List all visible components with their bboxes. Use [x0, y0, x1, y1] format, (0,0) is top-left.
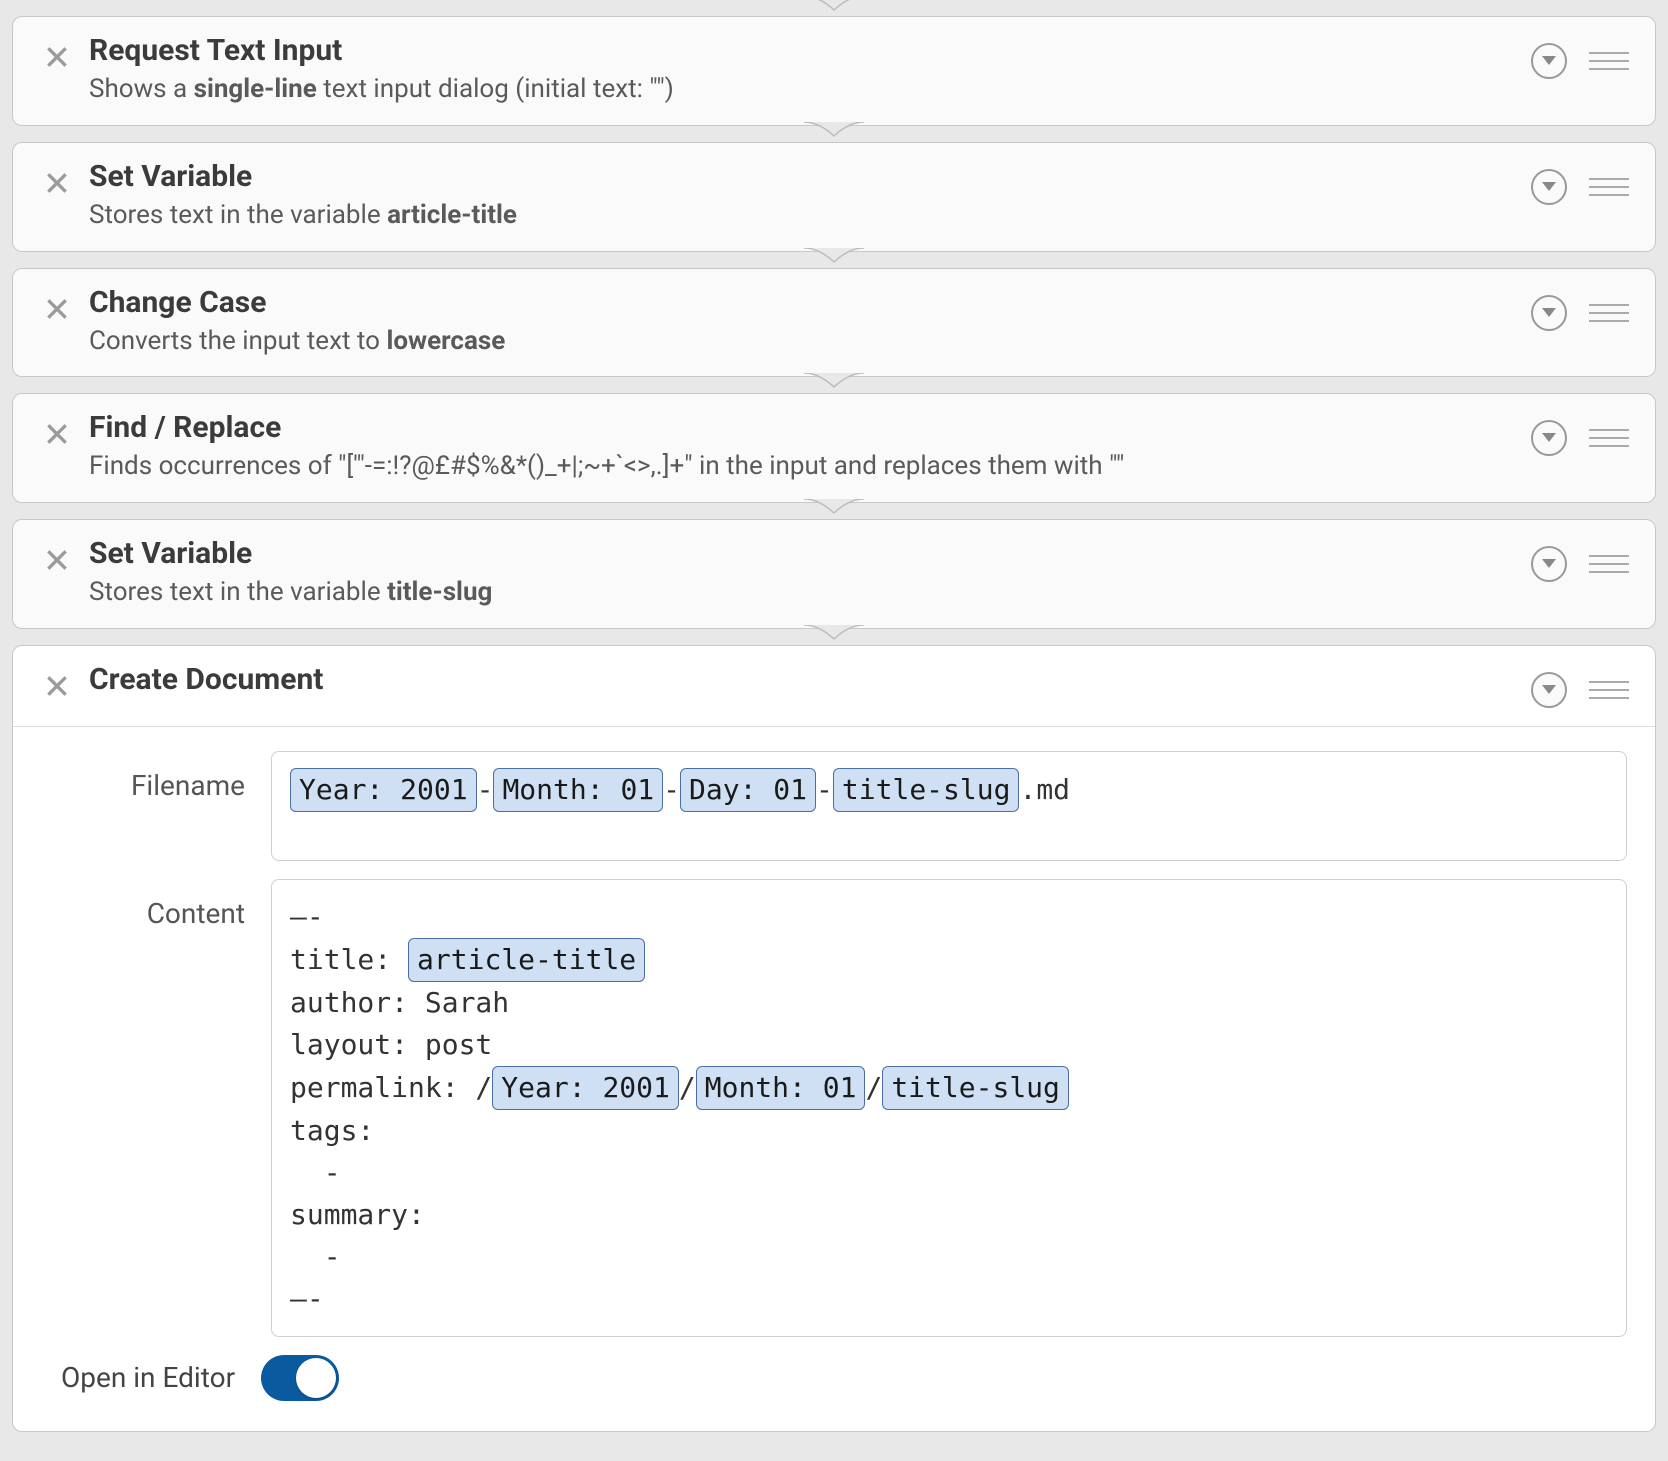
connector: [0, 373, 1668, 397]
step-request-text-input[interactable]: Request Text Input Shows a single-line t…: [12, 16, 1656, 126]
drag-handle-icon[interactable]: [1589, 429, 1629, 447]
toggle-knob: [296, 1358, 336, 1398]
step-titles: Set Variable Stores text in the variable…: [75, 536, 1531, 610]
token-year[interactable]: Year: 2001: [492, 1066, 679, 1110]
token-month[interactable]: Month: 01: [493, 768, 663, 812]
drag-handle-icon[interactable]: [1589, 178, 1629, 196]
close-icon[interactable]: [39, 165, 75, 201]
drag-handle-icon[interactable]: [1589, 304, 1629, 322]
open-in-editor-row: Open in Editor: [41, 1355, 1627, 1401]
step-change-case[interactable]: Change Case Converts the input text to l…: [12, 268, 1656, 378]
filename-input[interactable]: Year: 2001-Month: 01-Day: 01-title-slug.…: [271, 751, 1627, 861]
connector: [0, 0, 1668, 20]
step-title: Set Variable: [89, 159, 1531, 195]
filename-row: Filename Year: 2001-Month: 01-Day: 01-ti…: [41, 751, 1627, 861]
step-title: Request Text Input: [89, 33, 1531, 69]
step-find-replace[interactable]: Find / Replace Finds occurrences of "['"…: [12, 393, 1656, 503]
step-set-variable-2[interactable]: Set Variable Stores text in the variable…: [12, 519, 1656, 629]
step-create-document[interactable]: Create Document Filename Year: 2001-Mont…: [12, 645, 1656, 1432]
close-icon[interactable]: [39, 668, 75, 704]
connector: [0, 625, 1668, 649]
content-label: Content: [41, 879, 271, 930]
drag-handle-icon[interactable]: [1589, 555, 1629, 573]
close-icon[interactable]: [39, 416, 75, 452]
expand-button[interactable]: [1531, 420, 1567, 456]
drag-handle-icon[interactable]: [1589, 681, 1629, 699]
step-subtitle: Stores text in the variable article-titl…: [89, 199, 1531, 233]
expand-button[interactable]: [1531, 546, 1567, 582]
step-subtitle: Shows a single-line text input dialog (i…: [89, 73, 1531, 107]
expand-button[interactable]: [1531, 295, 1567, 331]
drag-handle-icon[interactable]: [1589, 52, 1629, 70]
step-subtitle: Finds occurrences of "['"-=:!?@£#$%&*()_…: [89, 450, 1531, 484]
token-title-slug[interactable]: title-slug: [833, 768, 1020, 812]
step-title: Find / Replace: [89, 410, 1531, 446]
token-day[interactable]: Day: 01: [680, 768, 816, 812]
connector: [0, 122, 1668, 146]
step-titles: Change Case Converts the input text to l…: [75, 285, 1531, 359]
content-row: Content —- title: article-title author: …: [41, 879, 1627, 1337]
token-article-title[interactable]: article-title: [408, 938, 645, 982]
step-set-variable-1[interactable]: Set Variable Stores text in the variable…: [12, 142, 1656, 252]
expand-button[interactable]: [1531, 43, 1567, 79]
connector: [0, 499, 1668, 523]
close-icon[interactable]: [39, 542, 75, 578]
expand-button[interactable]: [1531, 169, 1567, 205]
close-icon[interactable]: [39, 291, 75, 327]
token-year[interactable]: Year: 2001: [290, 768, 477, 812]
step-titles: Create Document: [75, 662, 1531, 698]
workflow-list: Request Text Input Shows a single-line t…: [0, 0, 1668, 1432]
step-title: Change Case: [89, 285, 1531, 321]
token-title-slug[interactable]: title-slug: [882, 1066, 1069, 1110]
close-icon[interactable]: [39, 39, 75, 75]
collapse-button[interactable]: [1531, 672, 1567, 708]
token-month[interactable]: Month: 01: [696, 1066, 866, 1110]
step-titles: Request Text Input Shows a single-line t…: [75, 33, 1531, 107]
connector: [0, 248, 1668, 272]
step-titles: Set Variable Stores text in the variable…: [75, 159, 1531, 233]
step-titles: Find / Replace Finds occurrences of "['"…: [75, 410, 1531, 484]
step-subtitle: Stores text in the variable title-slug: [89, 576, 1531, 610]
step-body: Filename Year: 2001-Month: 01-Day: 01-ti…: [13, 726, 1655, 1431]
step-title: Set Variable: [89, 536, 1531, 572]
content-input[interactable]: —- title: article-title author: Sarah la…: [271, 879, 1627, 1337]
step-subtitle: Converts the input text to lowercase: [89, 325, 1531, 359]
open-in-editor-label: Open in Editor: [61, 1361, 235, 1394]
filename-label: Filename: [41, 751, 271, 802]
step-title: Create Document: [89, 662, 1531, 698]
open-in-editor-toggle[interactable]: [261, 1355, 339, 1401]
